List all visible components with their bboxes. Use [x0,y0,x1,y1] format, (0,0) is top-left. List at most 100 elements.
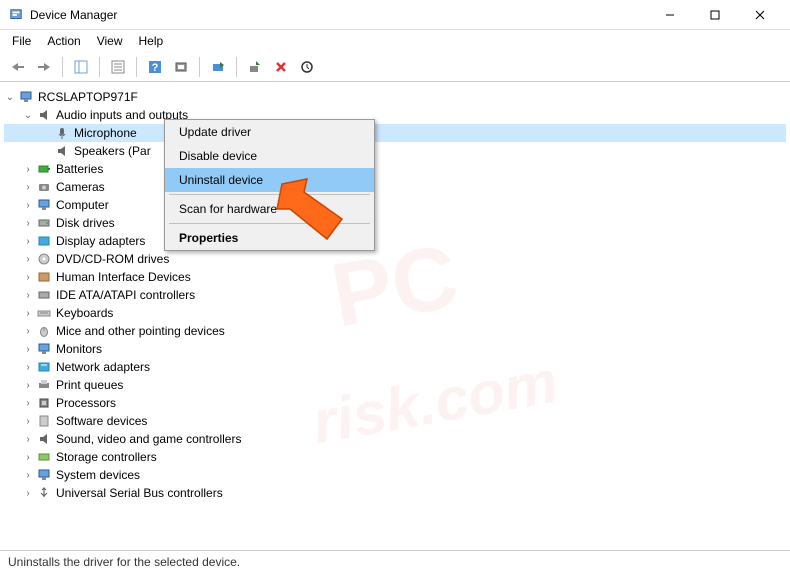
display-adapter-icon [36,233,52,249]
cpu-icon [36,395,52,411]
chevron-right-icon[interactable]: › [22,217,34,229]
help-button[interactable]: ? [143,55,167,79]
chevron-right-icon[interactable]: › [22,289,34,301]
printer-icon [36,377,52,393]
tree-audio[interactable]: ⌄ Audio inputs and outputs [4,106,786,124]
tree-keyboards[interactable]: › Keyboards [4,304,786,322]
minimize-button[interactable] [647,0,692,30]
tree-batteries[interactable]: › Batteries [4,160,786,178]
tree-label: RCSLAPTOP971F [38,90,138,104]
chevron-spacer [40,127,52,139]
chevron-right-icon[interactable]: › [22,271,34,283]
back-button[interactable] [6,55,30,79]
chevron-right-icon[interactable]: › [22,469,34,481]
show-hide-tree-button[interactable] [69,55,93,79]
tree-label: System devices [56,468,140,482]
storage-icon [36,449,52,465]
menu-help[interactable]: Help [131,32,172,50]
tree-displayadapters[interactable]: › Display adapters [4,232,786,250]
tree-label: Speakers (Par [74,144,151,158]
tree-usb[interactable]: › Universal Serial Bus controllers [4,484,786,502]
chevron-right-icon[interactable]: › [22,397,34,409]
tree-label: Sound, video and game controllers [56,432,241,446]
chevron-right-icon[interactable]: › [22,253,34,265]
scan-hardware-button[interactable] [169,55,193,79]
tree-systemdevices[interactable]: › System devices [4,466,786,484]
chevron-right-icon[interactable]: › [22,361,34,373]
tree-label: Storage controllers [56,450,157,464]
chevron-right-icon[interactable]: › [22,325,34,337]
scan-for-changes-button[interactable] [295,55,319,79]
tree-network[interactable]: › Network adapters [4,358,786,376]
menu-action[interactable]: Action [39,32,88,50]
tree-label: Batteries [56,162,103,176]
app-icon [8,7,24,23]
tree-mice[interactable]: › Mice and other pointing devices [4,322,786,340]
tree-computer[interactable]: › Computer [4,196,786,214]
chevron-right-icon[interactable]: › [22,307,34,319]
tree-label: IDE ATA/ATAPI controllers [56,288,195,302]
ctx-disable-device[interactable]: Disable device [165,144,374,168]
forward-button[interactable] [32,55,56,79]
tree-softwaredevices[interactable]: › Software devices [4,412,786,430]
tree-diskdrives[interactable]: › Disk drives [4,214,786,232]
disk-icon [36,215,52,231]
tree-label: Cameras [56,180,105,194]
tree-label: Keyboards [56,306,113,320]
tree-root[interactable]: ⌄ RCSLAPTOP971F [4,88,786,106]
ctx-update-driver[interactable]: Update driver [165,120,374,144]
tree-printqueues[interactable]: › Print queues [4,376,786,394]
tree-monitors[interactable]: › Monitors [4,340,786,358]
menu-file[interactable]: File [4,32,39,50]
menu-view[interactable]: View [89,32,131,50]
speaker-icon [36,107,52,123]
chevron-right-icon[interactable]: › [22,343,34,355]
tree-label: Display adapters [56,234,145,248]
chevron-down-icon[interactable]: ⌄ [4,91,16,103]
maximize-button[interactable] [692,0,737,30]
ctx-separator [169,194,370,195]
close-button[interactable] [737,0,782,30]
tree-microphone[interactable]: Microphone [4,124,786,142]
tree-label: Mice and other pointing devices [56,324,225,338]
chevron-right-icon[interactable]: › [22,433,34,445]
camera-icon [36,179,52,195]
enable-device-button[interactable] [243,55,267,79]
tree-sound[interactable]: › Sound, video and game controllers [4,430,786,448]
ctx-uninstall-device[interactable]: Uninstall device [165,168,374,192]
tree-storage[interactable]: › Storage controllers [4,448,786,466]
speaker-icon [54,143,70,159]
network-icon [36,359,52,375]
tree-processors[interactable]: › Processors [4,394,786,412]
tree-ide[interactable]: › IDE ATA/ATAPI controllers [4,286,786,304]
chevron-right-icon[interactable]: › [22,415,34,427]
chevron-right-icon[interactable]: › [22,181,34,193]
svg-text:?: ? [152,62,159,74]
tree-label: Disk drives [56,216,115,230]
ctx-properties[interactable]: Properties [165,226,374,250]
ctx-scan-hardware[interactable]: Scan for hardware [165,197,374,221]
chevron-right-icon[interactable]: › [22,235,34,247]
menubar: File Action View Help [0,30,790,52]
chevron-right-icon[interactable]: › [22,451,34,463]
tree-label: DVD/CD-ROM drives [56,252,169,266]
update-driver-button[interactable] [206,55,230,79]
chevron-right-icon[interactable]: › [22,199,34,211]
device-tree[interactable]: ⌄ RCSLAPTOP971F ⌄ Audio inputs and outpu… [0,82,790,542]
titlebar: Device Manager [0,0,790,30]
chevron-right-icon[interactable]: › [22,487,34,499]
tree-dvd[interactable]: › DVD/CD-ROM drives [4,250,786,268]
tree-label: Human Interface Devices [56,270,191,284]
tree-hid[interactable]: › Human Interface Devices [4,268,786,286]
chevron-right-icon[interactable]: › [22,163,34,175]
properties-button[interactable] [106,55,130,79]
toolbar-separator [62,57,63,77]
software-icon [36,413,52,429]
uninstall-device-button[interactable] [269,55,293,79]
chevron-right-icon[interactable]: › [22,379,34,391]
tree-cameras[interactable]: › Cameras [4,178,786,196]
chevron-down-icon[interactable]: ⌄ [22,109,34,121]
tree-speakers[interactable]: Speakers (Par [4,142,786,160]
toolbar-separator [199,57,200,77]
context-menu: Update driver Disable device Uninstall d… [164,119,375,251]
